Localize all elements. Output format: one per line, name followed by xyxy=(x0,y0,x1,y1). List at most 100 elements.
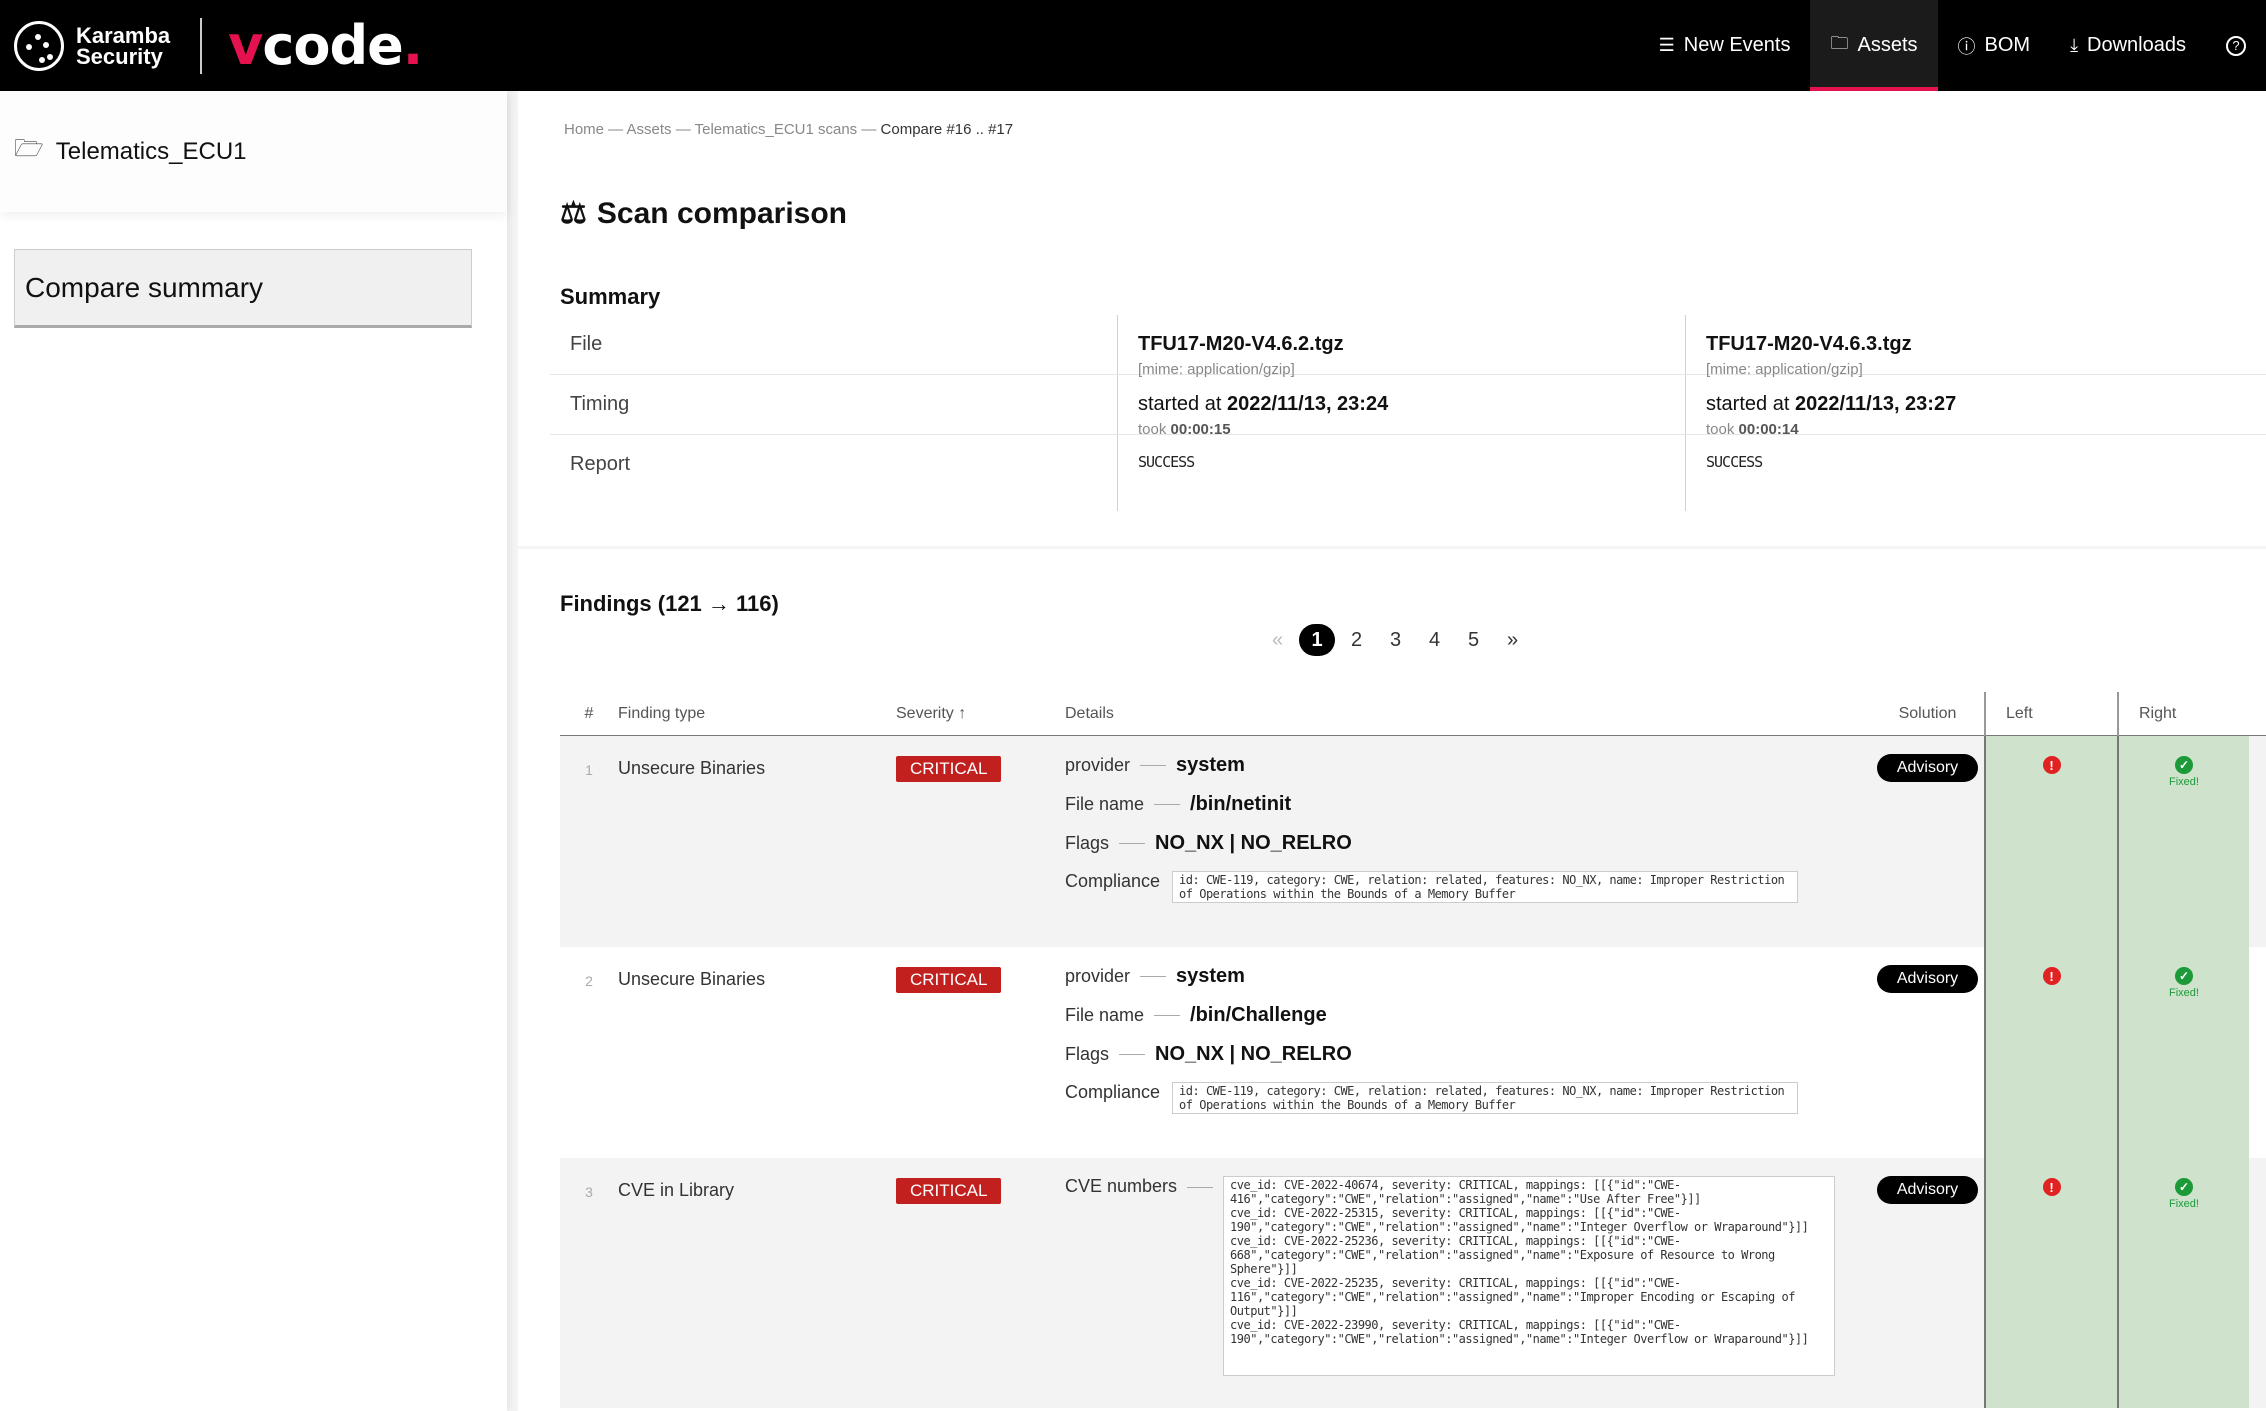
summary-heading: Summary xyxy=(560,284,661,309)
left-status: SUCCESS xyxy=(1138,453,1195,471)
pager-page-1[interactable]: 1 xyxy=(1299,624,1335,656)
row-number: 3 xyxy=(585,1184,593,1200)
scale-icon: ⚖ xyxy=(560,197,587,230)
summary-table: File TFU17-M20-V4.6.2.tgz [mime: applica… xyxy=(550,315,2266,511)
col-num: # xyxy=(584,704,594,722)
compliance-box: id: CWE-119, category: CWE, relation: re… xyxy=(1172,1082,1799,1114)
folder-icon: 🗀 xyxy=(1830,32,1849,53)
fixed-label: Fixed! xyxy=(2169,987,2199,999)
finding-type: Unsecure Binaries xyxy=(618,758,766,778)
severity-badge: CRITICAL xyxy=(896,967,1002,993)
pagination: « 1 2 3 4 5 » xyxy=(1258,624,1532,656)
right-status-cell: ✓ Fixed! xyxy=(2117,736,2249,947)
help-button[interactable]: ? xyxy=(2206,0,2266,91)
col-finding-type[interactable]: Finding type xyxy=(618,705,896,723)
fixed-label: Fixed! xyxy=(2169,1198,2199,1210)
pager-page-4[interactable]: 4 xyxy=(1415,629,1454,652)
nav-label: BOM xyxy=(1984,34,2031,56)
col-left: Left xyxy=(1984,691,2117,736)
brand-divider xyxy=(200,17,203,74)
info-icon: ⓘ xyxy=(1957,36,1976,57)
check-icon: ✓ xyxy=(2175,1178,2193,1196)
findings-card: Findings (121 → 116) « 1 2 3 4 5 » # Fin… xyxy=(518,549,2266,1411)
breadcrumb-current: Compare #16 .. #17 xyxy=(880,121,1014,138)
table-row[interactable]: 2 Unsecure Binaries CRITICAL provider sys… xyxy=(560,947,2266,1158)
right-report-cell: SUCCESS xyxy=(1686,435,2266,511)
product-logo: vcode. xyxy=(228,14,423,77)
main-content: Home — Assets — Telematics_ECU1 scans — … xyxy=(518,91,2266,1411)
summary-row-report: Report SUCCESS SUCCESS xyxy=(550,435,2266,511)
finding-details: provider system File name/bin/Challenge F… xyxy=(1065,947,1871,1158)
nav-new-events[interactable]: ☰ New Events xyxy=(1639,0,1811,91)
col-severity[interactable]: Severity ↑ xyxy=(896,705,1065,723)
findings-table: # Finding type Severity ↑ Details Soluti… xyxy=(560,691,2266,1408)
advisory-button[interactable]: Advisory xyxy=(1876,754,1979,782)
finding-type: CVE in Library xyxy=(618,1180,735,1200)
table-row[interactable]: 3 CVE in Library CRITICAL CVE numbers cve… xyxy=(560,1158,2266,1408)
breadcrumb-assets[interactable]: Assets xyxy=(627,121,672,138)
nav-downloads[interactable]: ⤓ Downloads xyxy=(2050,0,2206,91)
breadcrumb-scans[interactable]: Telematics_ECU1 scans xyxy=(695,121,858,138)
pager-first[interactable]: « xyxy=(1258,629,1297,652)
asset-name: Telematics_ECU1 xyxy=(55,137,247,165)
nav-assets[interactable]: 🗀 Assets xyxy=(1810,0,1938,91)
provider-value: system xyxy=(1176,754,1245,776)
breadcrumb-home[interactable]: Home xyxy=(564,121,604,138)
error-icon: ! xyxy=(2042,1178,2061,1196)
finding-details: provider system File name/bin/netinit Fla… xyxy=(1065,736,1871,947)
summary-card: Home — Assets — Telematics_ECU1 scans — … xyxy=(518,91,2266,546)
right-timing-cell: started at 2022/11/13, 23:27 took 00:00:… xyxy=(1706,393,1957,438)
brand[interactable]: Karamba Security vcode. xyxy=(14,14,423,77)
nav-bom[interactable]: ⓘ BOM xyxy=(1938,0,2051,91)
right-status-cell: ✓ Fixed! xyxy=(2117,1158,2249,1408)
findings-heading: Findings (121 → 116) xyxy=(560,591,779,616)
file-name-value: /bin/Challenge xyxy=(1190,1004,1327,1026)
right-file-name: TFU17-M20-V4.6.3.tgz xyxy=(1706,333,1912,355)
pager-last[interactable]: » xyxy=(1493,629,1532,652)
folder-back-icon: 🗁 xyxy=(14,135,44,162)
flags-value: NO_NX | NO_RELRO xyxy=(1155,832,1352,854)
pager-page-2[interactable]: 2 xyxy=(1337,629,1376,652)
sidebar: 🗁 Telematics_ECU1 Compare summary xyxy=(0,91,507,1411)
right-status: SUCCESS xyxy=(1706,453,1763,471)
check-icon: ✓ xyxy=(2175,967,2193,985)
karamba-logo-icon xyxy=(14,20,64,71)
left-started: 2022/11/13, 23:24 xyxy=(1226,393,1389,415)
list-icon: ☰ xyxy=(1658,35,1675,55)
sidebar-asset-link[interactable]: 🗁 Telematics_ECU1 xyxy=(0,91,507,212)
main-nav: ☰ New Events 🗀 Assets ⓘ BOM ⤓ Downloads ? xyxy=(1639,0,2266,91)
error-icon: ! xyxy=(2042,967,2061,985)
row-label: File xyxy=(550,315,1118,374)
provider-value: system xyxy=(1176,965,1245,987)
left-file-cell: TFU17-M20-V4.6.2.tgz [mime: application/… xyxy=(1118,315,1686,378)
right-started: 2022/11/13, 23:27 xyxy=(1794,393,1957,415)
advisory-button[interactable]: Advisory xyxy=(1876,965,1979,993)
company-name: Karamba Security xyxy=(76,22,171,69)
finding-type: Unsecure Binaries xyxy=(618,969,766,989)
row-label: Report xyxy=(550,435,1118,511)
left-status-cell: ! xyxy=(1984,947,2117,1158)
finding-details: CVE numbers cve_id: CVE-2022-40674, sever… xyxy=(1065,1158,1871,1408)
help-icon: ? xyxy=(2226,35,2246,56)
sidebar-item-compare-summary[interactable]: Compare summary xyxy=(14,249,472,328)
cve-list-box: cve_id: CVE-2022-40674, severity: CRITIC… xyxy=(1223,1176,1836,1376)
col-right: Right xyxy=(2117,691,2249,736)
file-name-value: /bin/netinit xyxy=(1190,793,1292,815)
severity-badge: CRITICAL xyxy=(896,756,1002,782)
left-file-name: TFU17-M20-V4.6.2.tgz xyxy=(1138,333,1344,355)
summary-row-file: File TFU17-M20-V4.6.2.tgz [mime: applica… xyxy=(550,315,2266,378)
summary-row-timing: Timing started at 2022/11/13, 23:24 took… xyxy=(550,375,2266,438)
findings-table-header: # Finding type Severity ↑ Details Soluti… xyxy=(560,691,2266,736)
compliance-box: id: CWE-119, category: CWE, relation: re… xyxy=(1172,871,1799,903)
row-label: Timing xyxy=(550,375,1118,434)
row-number: 1 xyxy=(585,762,593,778)
sidebar-item-label: Compare summary xyxy=(25,271,264,303)
table-row[interactable]: 1 Unsecure Binaries CRITICAL provider sys… xyxy=(560,736,2266,947)
check-icon: ✓ xyxy=(2175,756,2193,774)
pager-page-5[interactable]: 5 xyxy=(1454,629,1493,652)
page-title: ⚖ Scan comparison xyxy=(560,196,847,231)
advisory-button[interactable]: Advisory xyxy=(1876,1176,1979,1204)
left-status-cell: ! xyxy=(1984,1158,2117,1408)
pager-page-3[interactable]: 3 xyxy=(1376,629,1415,652)
fixed-label: Fixed! xyxy=(2169,776,2199,788)
